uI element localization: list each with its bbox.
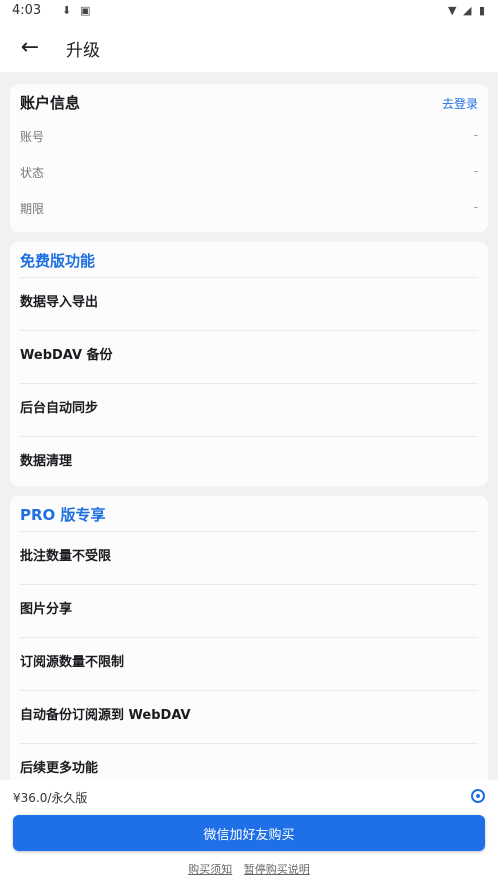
back-button[interactable]: ← [14, 32, 46, 62]
pro-features-title: PRO 版专享 [20, 506, 106, 524]
info-value: - [473, 164, 478, 178]
info-label: 账号 [20, 130, 45, 144]
feature-row: 自动备份订阅源到 WebDAV [20, 690, 478, 744]
wifi-icon: ▼ [448, 4, 457, 17]
pro-features-card: PRO 版专享 批注数量不受限 图片分享 订阅源数量不限制 自动备份订阅源到 W… [10, 496, 488, 796]
battery-icon: ▮ [479, 4, 486, 17]
feature-label: 自动备份订阅源到 WebDAV [20, 708, 191, 723]
feature-row: 数据导入导出 [20, 277, 478, 331]
feature-row: 订阅源数量不限制 [20, 637, 478, 691]
feature-label: 批注数量不受限 [20, 549, 112, 564]
info-row-status: 状态 - [20, 160, 478, 184]
free-features-title: 免费版功能 [20, 252, 96, 270]
info-label: 状态 [20, 166, 45, 180]
info-label: 期限 [20, 202, 45, 216]
purchase-links: 购买须知 暂停购买说明 [0, 861, 498, 877]
target-icon[interactable] [471, 789, 485, 803]
info-row-expiry: 期限 - [20, 196, 478, 220]
feature-label: 数据清理 [20, 454, 73, 469]
arrow-left-icon: ← [20, 34, 40, 60]
feature-label: 订阅源数量不限制 [20, 655, 125, 670]
info-row-account: 账号 - [20, 124, 478, 148]
wechat-buy-button[interactable]: 微信加好友购买 [13, 815, 485, 851]
purchase-notice-link[interactable]: 购买须知 [188, 863, 232, 876]
feature-label: 数据导入导出 [20, 295, 99, 310]
account-card: 账户信息 去登录 账号 - 状态 - 期限 - [10, 84, 488, 232]
status-time: 4:03 [12, 3, 42, 18]
price-label: ¥36.0/永久版 [13, 791, 88, 805]
feature-row: 数据清理 [20, 436, 478, 490]
feature-label: 后续更多功能 [20, 761, 99, 776]
purchase-bar: ¥36.0/永久版 微信加好友购买 购买须知 暂停购买说明 [0, 780, 498, 885]
feature-row: 图片分享 [20, 584, 478, 638]
account-title: 账户信息 [20, 94, 81, 112]
status-bar: 4:03 ⬇ ▣ ▼ ◢ ▮ [0, 0, 498, 22]
free-features-card: 免费版功能 数据导入导出 WebDAV 备份 后台自动同步 数据清理 [10, 242, 488, 486]
download-icon: ⬇ [62, 4, 72, 17]
info-value: - [473, 200, 478, 214]
app-bar: ← 升级 [0, 22, 498, 72]
info-value: - [473, 128, 478, 142]
signal-icon: ◢ [463, 4, 472, 17]
notification-icon: ▣ [80, 4, 91, 17]
feature-label: WebDAV 备份 [20, 348, 113, 363]
pause-purchase-link[interactable]: 暂停购买说明 [244, 863, 310, 876]
page-title: 升级 [66, 41, 100, 61]
feature-label: 图片分享 [20, 602, 73, 617]
feature-row: WebDAV 备份 [20, 330, 478, 384]
feature-row: 后台自动同步 [20, 383, 478, 437]
login-link[interactable]: 去登录 [442, 95, 478, 112]
feature-row: 批注数量不受限 [20, 531, 478, 585]
feature-label: 后台自动同步 [20, 401, 99, 416]
